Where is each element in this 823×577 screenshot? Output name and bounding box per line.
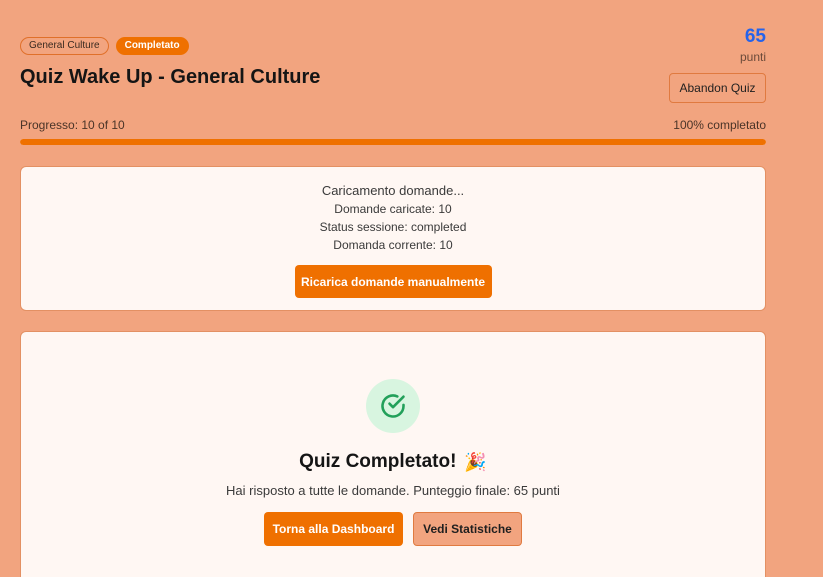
status-badge: Completato bbox=[115, 37, 189, 55]
score-display: 65 punti bbox=[740, 26, 766, 64]
completion-title: Quiz Completato! bbox=[299, 451, 457, 472]
progress-label: Progresso: 10 of 10 bbox=[20, 118, 125, 132]
progress-labels: Progresso: 10 of 10 100% completato bbox=[20, 118, 766, 132]
score-unit: punti bbox=[739, 50, 766, 64]
completion-title-row: Quiz Completato! 🎉 bbox=[21, 451, 765, 473]
quiz-header: General Culture Completato Quiz Wake Up … bbox=[20, 37, 320, 89]
page-title: Quiz Wake Up - General Culture bbox=[20, 66, 321, 88]
quiz-page: General Culture Completato Quiz Wake Up … bbox=[0, 0, 823, 577]
back-to-dashboard-button[interactable]: Torna alla Dashboard bbox=[264, 512, 403, 546]
reload-questions-button[interactable]: Ricarica domande manualmente bbox=[294, 265, 492, 298]
badge-row: General Culture Completato bbox=[20, 37, 320, 55]
completion-card: Quiz Completato! 🎉 Hai risposto a tutte … bbox=[20, 331, 766, 577]
progress-bar bbox=[20, 139, 766, 145]
party-popper-icon: 🎉 bbox=[464, 452, 487, 472]
current-question-text: Domanda corrente: 10 bbox=[333, 238, 453, 252]
progress-percent: 100% completato bbox=[673, 118, 766, 132]
completion-actions: Torna alla Dashboard Vedi Statistiche bbox=[21, 512, 765, 546]
check-circle-icon bbox=[366, 379, 420, 433]
view-statistics-button[interactable]: Vedi Statistiche bbox=[413, 512, 522, 546]
loading-title: Caricamento domande... bbox=[321, 183, 465, 198]
loading-card: Caricamento domande... Domande caricate:… bbox=[20, 166, 766, 311]
loaded-questions-text: Domande caricate: 10 bbox=[334, 202, 452, 216]
completion-message: Hai risposto a tutte le domande. Puntegg… bbox=[226, 483, 560, 498]
score-value: 65 bbox=[744, 26, 766, 47]
category-badge: General Culture bbox=[20, 37, 109, 55]
progress-bar-fill bbox=[20, 139, 766, 145]
session-status-text: Status sessione: completed bbox=[319, 220, 467, 234]
abandon-quiz-button[interactable]: Abandon Quiz bbox=[669, 73, 766, 103]
